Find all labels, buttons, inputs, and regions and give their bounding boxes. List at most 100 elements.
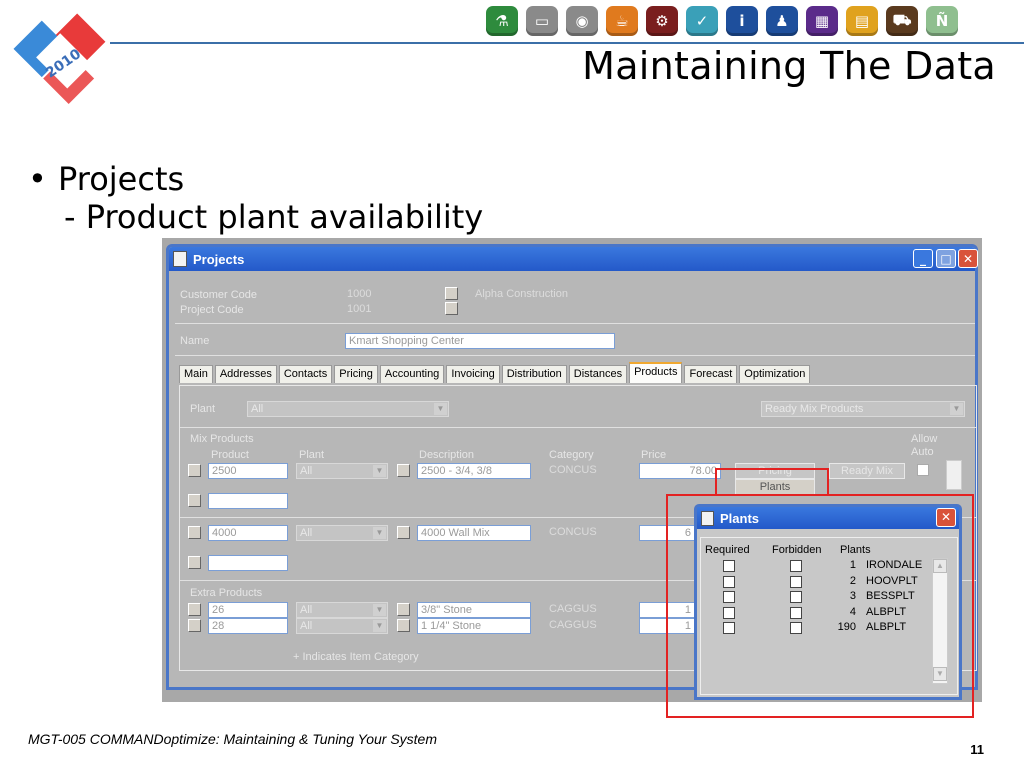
row-plant-value: All — [300, 604, 313, 616]
presenter-icon[interactable]: ♟ — [766, 6, 798, 36]
tab-forecast[interactable]: Forecast — [684, 365, 738, 383]
plants-dialog-highlight — [666, 494, 974, 718]
description-lookup-button[interactable] — [397, 603, 410, 616]
tab-pricing[interactable]: Pricing — [334, 365, 378, 383]
description-input[interactable]: 4000 Wall Mix — [417, 525, 531, 541]
tab-strip: Main Addresses Contacts Pricing Accounting In… — [179, 362, 812, 383]
info-icon[interactable]: i — [726, 6, 758, 36]
gears-icon[interactable]: ⚙ — [646, 6, 678, 36]
product-input[interactable]: 2500 — [208, 463, 288, 479]
product-type-select[interactable]: Ready Mix Products ▼ — [761, 401, 965, 417]
row-plant-value: All — [300, 527, 313, 539]
description-input[interactable]: 2500 - 3/4, 3/8 — [417, 463, 531, 479]
conference-logo: 2010 — [13, 13, 106, 105]
row-plant-value: All — [300, 465, 313, 477]
mix-products-label: Mix Products — [190, 433, 254, 445]
category-value: CAGGUS — [549, 603, 597, 615]
document-icon[interactable]: ▤ — [846, 6, 878, 36]
product-input-empty[interactable] — [208, 555, 288, 571]
extra-description-input[interactable]: 1 1/4" Stone — [417, 618, 531, 634]
chevron-down-icon: ▼ — [373, 465, 386, 477]
flask-icon[interactable]: ⚗ — [486, 6, 518, 36]
customer-code-value: 1000 — [347, 288, 372, 300]
extra-product-input[interactable]: 28 — [208, 618, 288, 634]
toolbar-icons: ⚗ ▭ ◉ ☕ ⚙ ✓ i ♟ ▦ ▤ ⛟ Ñ — [486, 6, 958, 36]
close-button[interactable]: ✕ — [958, 249, 978, 268]
divider — [175, 355, 975, 356]
project-code-label: Project Code — [180, 304, 244, 316]
minimize-button[interactable]: _ — [913, 249, 933, 268]
projects-title: Projects — [193, 251, 245, 267]
name-label: Name — [180, 335, 210, 347]
cup-icon[interactable]: ☕ — [606, 6, 638, 36]
panel-icon[interactable]: ▦ — [806, 6, 838, 36]
chevron-down-icon: ▼ — [373, 527, 386, 539]
description-lookup-button[interactable] — [397, 619, 410, 632]
tab-invoicing[interactable]: Invoicing — [446, 365, 500, 383]
product-input-empty[interactable] — [208, 493, 288, 509]
tab-addresses[interactable]: Addresses — [214, 365, 277, 383]
n-logo-icon[interactable]: Ñ — [926, 6, 958, 36]
chevron-down-icon: ▼ — [373, 620, 386, 632]
row-plant-select[interactable]: All ▼ — [296, 463, 388, 479]
row-plant-value: All — [300, 620, 313, 632]
description-lookup-button[interactable] — [397, 464, 410, 477]
row-select-button[interactable] — [188, 494, 201, 507]
allow-auto-checkbox[interactable] — [917, 464, 929, 476]
chevron-down-icon: ▼ — [373, 604, 386, 616]
tab-optimization[interactable]: Optimization — [739, 365, 811, 383]
col-plant: Plant — [299, 449, 325, 461]
col-product: Product — [211, 449, 249, 461]
tab-contacts[interactable]: Contacts — [278, 365, 333, 383]
row-plant-select[interactable]: All ▼ — [296, 525, 388, 541]
category-value: CONCUS — [549, 526, 597, 538]
col-description: Description — [419, 449, 475, 461]
extra-product-input[interactable]: 26 — [208, 602, 288, 618]
plant-filter-select[interactable]: All ▼ — [247, 401, 449, 417]
bullet-dot: • — [28, 160, 47, 198]
chevron-down-icon: ▼ — [950, 403, 963, 415]
category-value: CONCUS — [549, 464, 597, 476]
project-code-value: 1001 — [347, 303, 372, 315]
bullet-block: • Projects - Product plant availability — [28, 160, 483, 236]
tab-distances[interactable]: Distances — [568, 365, 628, 383]
tab-main[interactable]: Main — [179, 365, 213, 383]
row-select-button[interactable] — [188, 464, 201, 477]
col-price: Price — [641, 449, 667, 461]
printer-icon[interactable]: ▭ — [526, 6, 558, 36]
footer-text: MGT-005 COMMANDoptimize: Maintaining & T… — [28, 731, 438, 747]
slide-title: Maintaining The Data — [582, 44, 996, 88]
extra-plant-select[interactable]: All ▼ — [296, 618, 388, 634]
truck-icon[interactable]: ⛟ — [886, 6, 918, 36]
page-number: 11 — [970, 742, 984, 757]
item-category-footnote: + Indicates Item Category — [293, 651, 419, 663]
tab-products[interactable]: Products — [629, 362, 683, 383]
row-select-button[interactable] — [188, 526, 201, 539]
extra-description-input[interactable]: 3/8" Stone — [417, 602, 531, 618]
row-select-button[interactable] — [188, 556, 201, 569]
globe-icon[interactable]: ◉ — [566, 6, 598, 36]
name-input[interactable]: Kmart Shopping Center — [345, 333, 615, 349]
sub-bullet-text: - Product plant availability — [64, 198, 484, 236]
maximize-button[interactable]: □ — [936, 249, 956, 268]
category-value: CAGGUS — [549, 619, 597, 631]
check-icon[interactable]: ✓ — [686, 6, 718, 36]
document-icon — [173, 251, 187, 267]
bullet-text: Projects — [58, 160, 185, 198]
extra-plant-select[interactable]: All ▼ — [296, 602, 388, 618]
row-select-button[interactable] — [188, 603, 201, 616]
project-lookup-button[interactable] — [445, 302, 458, 315]
grid-scrollbar[interactable] — [946, 460, 962, 490]
product-type-value: Ready Mix Products — [765, 403, 864, 415]
tab-distribution[interactable]: Distribution — [501, 365, 567, 383]
plants-button-highlight — [715, 468, 829, 496]
description-lookup-button[interactable] — [397, 526, 410, 539]
price-input[interactable]: 78.00 — [639, 463, 721, 479]
product-input[interactable]: 4000 — [208, 525, 288, 541]
chevron-down-icon: ▼ — [434, 403, 447, 415]
tab-accounting[interactable]: Accounting — [379, 365, 445, 383]
customer-lookup-button[interactable] — [445, 287, 458, 300]
divider — [180, 427, 976, 428]
row-select-button[interactable] — [188, 619, 201, 632]
ready-mix-button[interactable]: Ready Mix — [829, 463, 905, 479]
